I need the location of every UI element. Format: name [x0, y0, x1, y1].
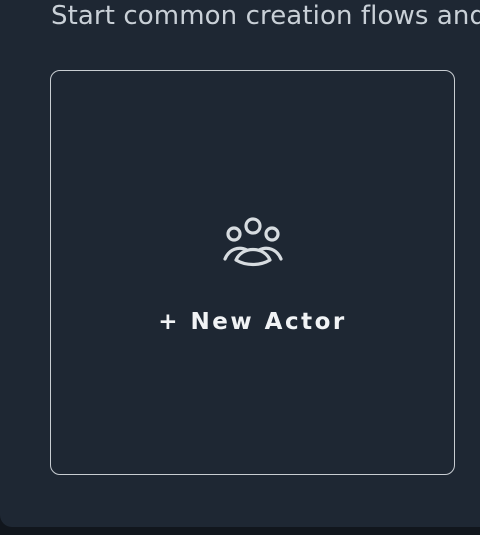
new-actor-card[interactable]: + New Actor	[50, 70, 455, 475]
section-subtitle: Start common creation flows and	[51, 1, 480, 31]
creation-panel: Start common creation flows and + New Ac…	[0, 0, 480, 527]
group-icon	[223, 217, 283, 267]
new-actor-label: + New Actor	[158, 309, 347, 335]
